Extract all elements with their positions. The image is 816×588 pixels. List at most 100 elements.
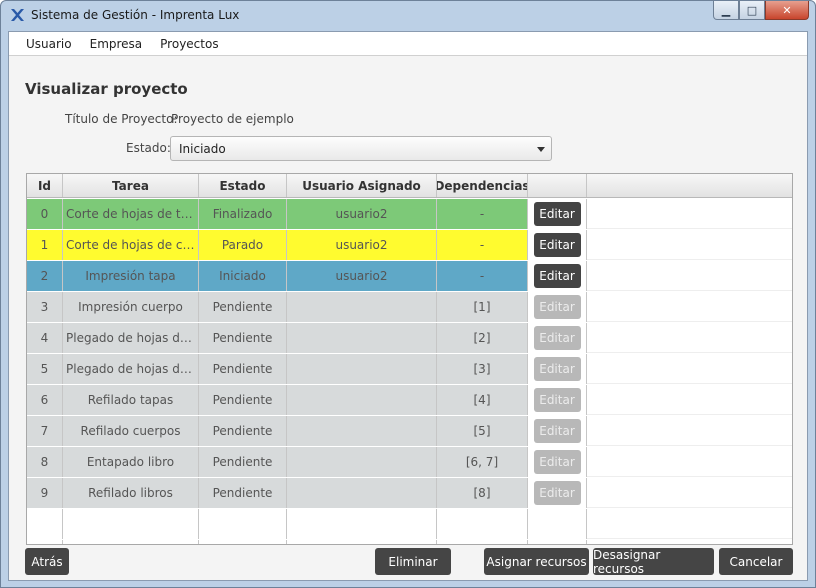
cell-actions: Editar bbox=[528, 385, 587, 415]
cell-id-text: 9 bbox=[40, 486, 49, 500]
cell-status-text: Finalizado bbox=[212, 207, 273, 221]
cell-task bbox=[63, 509, 199, 539]
cell-id: 3 bbox=[27, 292, 63, 322]
table-row[interactable]: 7 Refilado cuerpos Pendiente [5] Editar bbox=[27, 416, 792, 447]
cell-task-text: Impresión tapa bbox=[85, 269, 176, 283]
edit-button[interactable]: Editar bbox=[533, 388, 581, 412]
cell-user bbox=[287, 447, 437, 477]
assign-resources-button[interactable]: Asignar recursos bbox=[484, 548, 589, 575]
cancel-button[interactable]: Cancelar bbox=[719, 548, 793, 575]
cell-task: Plegado de hojas de t... bbox=[63, 323, 199, 353]
status-select[interactable]: Iniciado bbox=[170, 136, 552, 161]
cell-id-text: 1 bbox=[40, 238, 49, 252]
table-header: Id Tarea Estado Usuario Asignado Depende… bbox=[27, 174, 792, 198]
cell-filler bbox=[587, 292, 792, 322]
cell-dependencies: - bbox=[437, 261, 528, 291]
cell-user bbox=[287, 292, 437, 322]
cell-status: Pendiente bbox=[199, 447, 287, 477]
cell-filler bbox=[587, 323, 792, 353]
menu-empresa[interactable]: Empresa bbox=[81, 37, 152, 51]
cell-status-text: Pendiente bbox=[212, 455, 273, 469]
minimize-button[interactable]: ▁ bbox=[713, 1, 739, 20]
cell-filler bbox=[587, 261, 792, 291]
cell-task-text: Entapado libro bbox=[86, 455, 175, 469]
cell-user bbox=[287, 509, 437, 539]
cell-status: Iniciado bbox=[199, 261, 287, 291]
minimize-icon: ▁ bbox=[721, 3, 731, 17]
cell-status-text: Pendiente bbox=[212, 486, 273, 500]
cell-task: Refilado cuerpos bbox=[63, 416, 199, 446]
cell-filler bbox=[587, 230, 792, 260]
cell-dependencies: [5] bbox=[437, 416, 528, 446]
menu-usuario[interactable]: Usuario bbox=[17, 37, 81, 51]
cell-dependencies-text: [6, 7] bbox=[465, 455, 499, 469]
cell-dependencies-text: [3] bbox=[473, 362, 491, 376]
column-header-usuario[interactable]: Usuario Asignado bbox=[287, 174, 437, 197]
close-button[interactable]: ✕ bbox=[765, 1, 809, 20]
edit-button[interactable]: Editar bbox=[533, 419, 581, 443]
edit-button[interactable]: Editar bbox=[533, 233, 581, 257]
tasks-table: Id Tarea Estado Usuario Asignado Depende… bbox=[26, 173, 793, 545]
menu-bar: Usuario Empresa Proyectos bbox=[9, 32, 807, 56]
edit-button[interactable]: Editar bbox=[533, 481, 581, 505]
cell-status: Parado bbox=[199, 230, 287, 260]
cell-id-text: 0 bbox=[40, 207, 49, 221]
cell-task-text: Plegado de hojas de t... bbox=[66, 331, 198, 345]
delete-button[interactable]: Eliminar bbox=[375, 548, 451, 575]
column-header-tarea[interactable]: Tarea bbox=[63, 174, 199, 197]
column-header-estado[interactable]: Estado bbox=[199, 174, 287, 197]
column-header-id[interactable]: Id bbox=[27, 174, 63, 197]
cell-user-text: usuario2 bbox=[335, 207, 388, 221]
table-row[interactable]: 5 Plegado de hojas de c... Pendiente [3] Edi… bbox=[27, 354, 792, 385]
maximize-button[interactable]: □ bbox=[739, 1, 765, 20]
cell-actions: Editar bbox=[528, 416, 587, 446]
back-button[interactable]: Atrás bbox=[25, 548, 69, 575]
cell-dependencies bbox=[437, 540, 528, 544]
cell-filler bbox=[587, 478, 792, 508]
cell-user bbox=[287, 416, 437, 446]
cell-status: Pendiente bbox=[199, 385, 287, 415]
cell-actions: Editar bbox=[528, 199, 587, 229]
cell-dependencies-text: [1] bbox=[473, 300, 491, 314]
cell-status: Pendiente bbox=[199, 416, 287, 446]
edit-button[interactable]: Editar bbox=[533, 202, 581, 226]
table-row[interactable]: 1 Corte de hojas de cuer... Parado usuario2… bbox=[27, 230, 792, 261]
cell-id: 7 bbox=[27, 416, 63, 446]
column-header-actions[interactable] bbox=[528, 174, 587, 197]
table-row[interactable]: 2 Impresión tapa Iniciado usuario2 - Editar bbox=[27, 261, 792, 292]
unassign-resources-button[interactable]: Desasignar recursos bbox=[593, 548, 714, 576]
cell-id: 4 bbox=[27, 323, 63, 353]
x-logo-icon bbox=[11, 9, 24, 21]
cell-dependencies: [2] bbox=[437, 323, 528, 353]
cell-id-text: 4 bbox=[40, 331, 49, 345]
cell-task: Refilado tapas bbox=[63, 385, 199, 415]
cell-id: 0 bbox=[27, 199, 63, 229]
column-header-dependencias[interactable]: Dependencias bbox=[437, 174, 528, 197]
cell-id: 9 bbox=[27, 478, 63, 508]
cell-status-text: Pendiente bbox=[212, 331, 273, 345]
menu-proyectos[interactable]: Proyectos bbox=[151, 37, 227, 51]
table-row-empty bbox=[27, 540, 792, 544]
cell-user-text: usuario2 bbox=[335, 238, 388, 252]
table-row[interactable]: 9 Refilado libros Pendiente [8] Editar bbox=[27, 478, 792, 509]
edit-button[interactable]: Editar bbox=[533, 295, 581, 319]
edit-button[interactable]: Editar bbox=[533, 450, 581, 474]
table-row[interactable]: 3 Impresión cuerpo Pendiente [1] Editar bbox=[27, 292, 792, 323]
cell-user bbox=[287, 323, 437, 353]
title-bar[interactable]: Sistema de Gestión - Imprenta Lux ▁ □ ✕ bbox=[1, 1, 815, 31]
table-row[interactable]: 8 Entapado libro Pendiente [6, 7] Editar bbox=[27, 447, 792, 478]
cell-actions: Editar bbox=[528, 323, 587, 353]
status-select-value: Iniciado bbox=[179, 142, 226, 156]
edit-button[interactable]: Editar bbox=[533, 357, 581, 381]
cell-actions: Editar bbox=[528, 261, 587, 291]
table-row[interactable]: 0 Corte de hojas de tapa Finalizado usuario… bbox=[27, 199, 792, 230]
cell-id-text: 7 bbox=[40, 424, 49, 438]
table-row[interactable]: 6 Refilado tapas Pendiente [4] Editar bbox=[27, 385, 792, 416]
cell-filler bbox=[587, 199, 792, 229]
cell-task: Entapado libro bbox=[63, 447, 199, 477]
cell-task: Corte de hojas de tapa bbox=[63, 199, 199, 229]
table-row[interactable]: 4 Plegado de hojas de t... Pendiente [2] Edi… bbox=[27, 323, 792, 354]
edit-button[interactable]: Editar bbox=[533, 264, 581, 288]
cell-dependencies-text: [2] bbox=[473, 331, 491, 345]
edit-button[interactable]: Editar bbox=[533, 326, 581, 350]
